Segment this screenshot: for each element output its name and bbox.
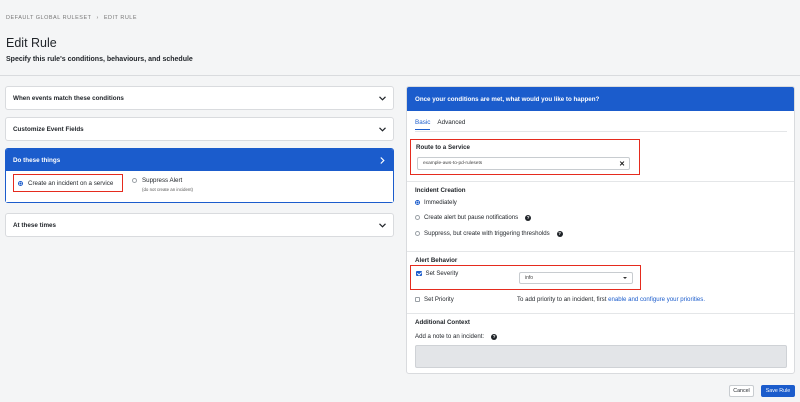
breadcrumb-separator: › <box>96 15 99 21</box>
route-service-highlight: Route to a Service example-aws-to-pd-rul… <box>410 139 640 175</box>
priority-note-text: To add priority to an incident, first <box>517 296 607 303</box>
option-pause-notifications[interactable]: Create alert but pause notifications ? <box>415 214 532 221</box>
header-divider <box>0 75 800 76</box>
section-actions: Do these things Create an incident on a … <box>5 148 394 203</box>
tab-basic[interactable]: Basic <box>415 119 431 130</box>
route-service-title: Route to a Service <box>416 144 470 151</box>
create-incident-label: Create an incident on a service <box>28 179 114 187</box>
breadcrumb-current: EDIT RULE <box>103 15 138 21</box>
create-incident-radio[interactable] <box>18 180 23 186</box>
option-suppress-thresholds[interactable]: Suppress, but create with triggering thr… <box>415 230 563 237</box>
divider <box>407 181 794 182</box>
page-title: Edit Rule <box>6 36 57 50</box>
note-label-row: Add a note to an incident: ? <box>415 333 498 340</box>
suppress-alert-note: (do not create an incident) <box>142 187 194 192</box>
suppress-alert-option[interactable]: Suppress Alert <box>132 177 182 184</box>
action-tabs: Basic Advanced <box>415 119 465 130</box>
divider <box>407 251 794 252</box>
configure-priorities-link[interactable]: enable and configure your priorities. <box>608 296 705 303</box>
service-select[interactable]: example-aws-to-pd-rulesets ✕ <box>417 157 630 170</box>
page-subtitle: Specify this rule's conditions, behaviou… <box>6 56 193 63</box>
suppress-thresholds-radio[interactable] <box>415 231 420 236</box>
section-conditions-label: When events match these conditions <box>13 94 124 102</box>
immediately-label: Immediately <box>424 199 457 206</box>
cancel-button[interactable]: Cancel <box>729 385 754 397</box>
section-schedule-label: At these times <box>13 221 57 229</box>
suppress-alert-radio[interactable] <box>132 178 137 183</box>
section-event-fields-label: Customize Event Fields <box>13 125 84 133</box>
service-select-value: example-aws-to-pd-rulesets <box>423 161 483 166</box>
set-severity-option[interactable]: Set Severity <box>416 270 458 277</box>
set-severity-label: Set Severity <box>425 270 459 277</box>
note-label: Add a note to an incident: <box>415 333 485 340</box>
breadcrumb-ruleset[interactable]: DEFAULT GLOBAL RULESET <box>6 15 91 21</box>
action-panel-header: Once your conditions are met, what would… <box>407 87 794 111</box>
caret-down-icon <box>623 277 627 279</box>
help-icon[interactable]: ? <box>525 214 532 221</box>
set-severity-checkbox[interactable] <box>416 270 422 277</box>
save-rule-button[interactable]: Save Rule <box>761 385 795 397</box>
incident-creation-title: Incident Creation <box>415 187 466 194</box>
breadcrumb: DEFAULT GLOBAL RULESET › EDIT RULE <box>6 15 140 21</box>
help-icon[interactable]: ? <box>491 333 498 340</box>
incident-note-textarea[interactable] <box>415 345 787 368</box>
tab-advanced[interactable]: Advanced <box>437 119 465 130</box>
chevron-down-icon[interactable] <box>378 125 386 133</box>
set-priority-label: Set Priority <box>424 296 454 303</box>
priority-note: To add priority to an incident, first en… <box>517 296 705 303</box>
section-schedule[interactable]: At these times <box>5 213 394 237</box>
section-actions-header[interactable]: Do these things <box>6 149 393 171</box>
additional-context-title: Additional Context <box>415 319 470 326</box>
chevron-down-icon[interactable] <box>378 94 386 102</box>
help-icon[interactable]: ? <box>556 230 563 237</box>
pause-notifications-label: Create alert but pause notifications <box>424 214 519 221</box>
alert-behavior-title: Alert Behavior <box>415 257 458 264</box>
severity-select[interactable]: info <box>519 272 633 284</box>
set-priority-checkbox[interactable] <box>415 297 420 302</box>
section-actions-label: Do these things <box>13 156 61 164</box>
pause-notifications-radio[interactable] <box>415 215 420 220</box>
chevron-down-icon[interactable] <box>378 221 386 229</box>
tabs-divider <box>415 131 787 132</box>
immediately-radio[interactable] <box>415 200 420 205</box>
suppress-alert-label: Suppress Alert <box>142 177 183 184</box>
clear-icon[interactable]: ✕ <box>619 160 625 168</box>
divider <box>407 313 794 314</box>
section-conditions[interactable]: When events match these conditions <box>5 86 394 110</box>
set-priority-option[interactable]: Set Priority <box>415 296 454 303</box>
option-immediately[interactable]: Immediately <box>415 199 457 206</box>
create-incident-option[interactable]: Create an incident on a service <box>13 174 123 192</box>
set-severity-highlight: Set Severity info <box>410 265 641 290</box>
action-panel: Once your conditions are met, what would… <box>406 86 795 374</box>
suppress-thresholds-label: Suppress, but create with triggering thr… <box>424 230 550 237</box>
severity-select-value: info <box>525 275 534 281</box>
section-event-fields[interactable]: Customize Event Fields <box>5 117 394 141</box>
chevron-right-icon[interactable] <box>378 156 386 164</box>
